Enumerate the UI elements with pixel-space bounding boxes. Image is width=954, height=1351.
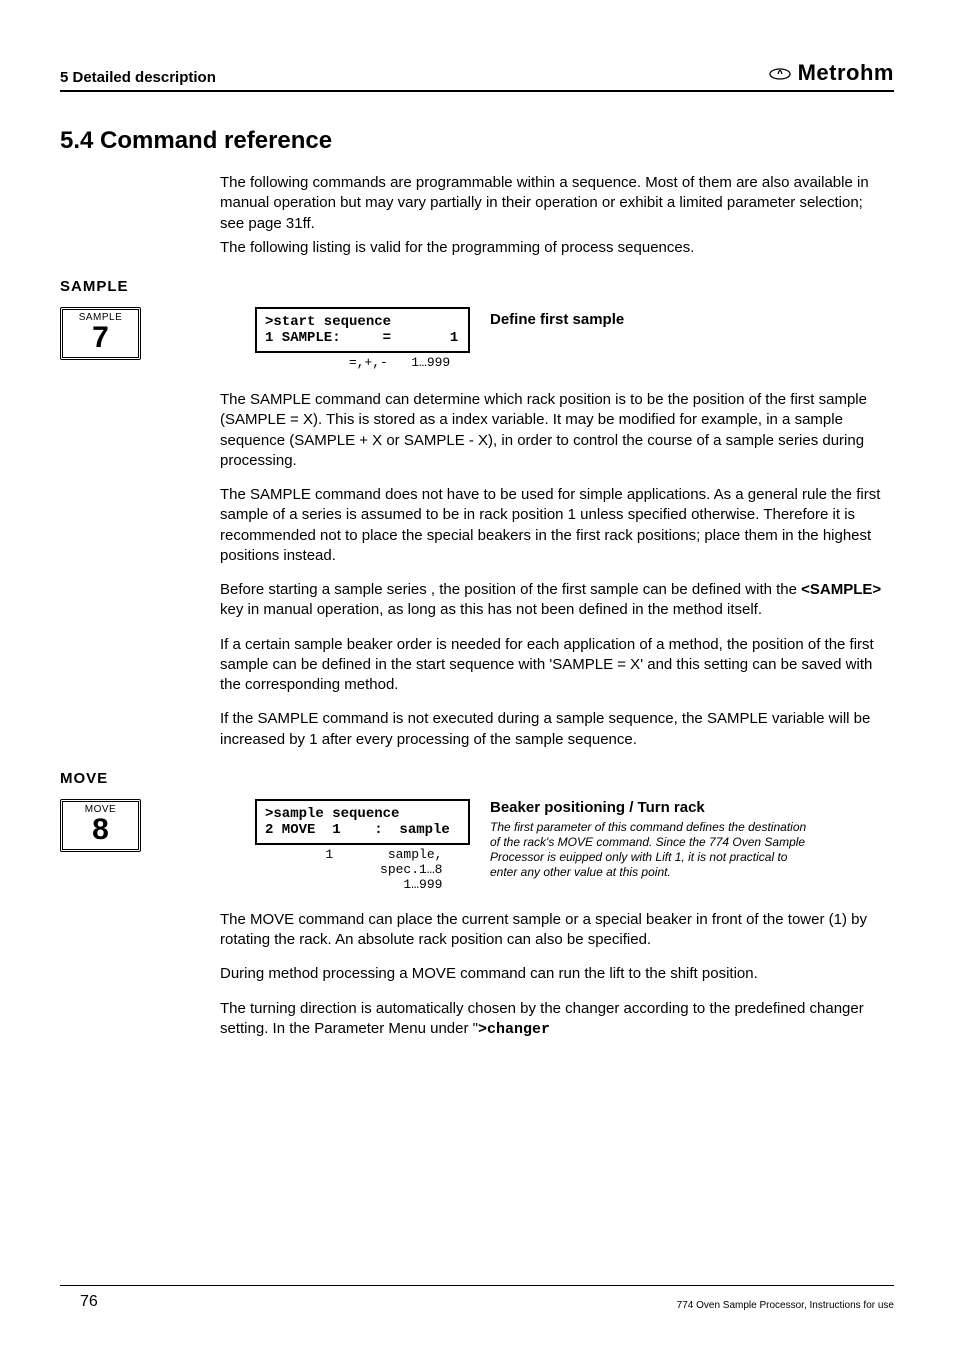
section-label: 5 Detailed description (60, 69, 216, 86)
move-range-3: 1…999 (255, 877, 470, 892)
move-lcd-block: >sample sequence 2 MOVE 1 : sample 1 sam… (255, 799, 470, 892)
brand-name: Metrohm (798, 60, 894, 86)
page-header: 5 Detailed description Metrohm (60, 60, 894, 92)
move-heading: MOVE (60, 770, 894, 787)
move-para-1: The MOVE command can place the current s… (220, 910, 884, 951)
sample-heading: SAMPLE (60, 278, 894, 295)
sample-row: SAMPLE 7 >start sequence 1 SAMPLE: = 1 =… (60, 307, 894, 370)
move-row: MOVE 8 >sample sequence 2 MOVE 1 : sampl… (60, 799, 894, 892)
sample-lcd-block: >start sequence 1 SAMPLE: = 1 =,+,- 1…99… (255, 307, 470, 370)
intro-para-2: The following listing is valid for the p… (220, 238, 884, 258)
page-number: 76 (80, 1293, 98, 1311)
sample-para-4: If a certain sample beaker order is need… (220, 635, 884, 696)
move-cmd-title: Beaker positioning / Turn rack (490, 799, 894, 816)
move-key-button[interactable]: MOVE 8 (60, 799, 141, 852)
sample-para-1: The SAMPLE command can determine which r… (220, 390, 884, 471)
move-cmd-desc: The first parameter of this command defi… (490, 820, 810, 880)
sample-range: =,+,- 1…999 (255, 353, 470, 370)
changer-inline: >changer (478, 1021, 550, 1038)
sample-key-button[interactable]: SAMPLE 7 (60, 307, 141, 360)
move-key-number: 8 (63, 815, 138, 845)
sample-cmd-title: Define first sample (490, 307, 624, 328)
move-para-2: During method processing a MOVE command … (220, 964, 884, 984)
metrohm-logo-icon (768, 62, 792, 85)
sample-key-number: 7 (63, 323, 138, 353)
move-range-1: 1 sample, (255, 845, 470, 862)
move-range-2: spec.1…8 (255, 862, 470, 877)
sample-key-inline: <SAMPLE> (801, 581, 881, 598)
move-para-3: The turning direction is automatically c… (220, 999, 884, 1041)
sample-para-3: Before starting a sample series , the po… (220, 580, 884, 621)
section-title: 5.4 Command reference (60, 127, 894, 155)
footer-doc-title: 774 Oven Sample Processor, Instructions … (677, 1300, 894, 1311)
sample-lcd: >start sequence 1 SAMPLE: = 1 (255, 307, 470, 353)
sample-para-2: The SAMPLE command does not have to be u… (220, 485, 884, 566)
footer-rule (60, 1285, 894, 1286)
brand-block: Metrohm (768, 60, 894, 86)
move-lcd: >sample sequence 2 MOVE 1 : sample (255, 799, 470, 845)
intro-para-1: The following commands are programmable … (220, 173, 884, 234)
sample-para-5: If the SAMPLE command is not executed du… (220, 709, 884, 750)
